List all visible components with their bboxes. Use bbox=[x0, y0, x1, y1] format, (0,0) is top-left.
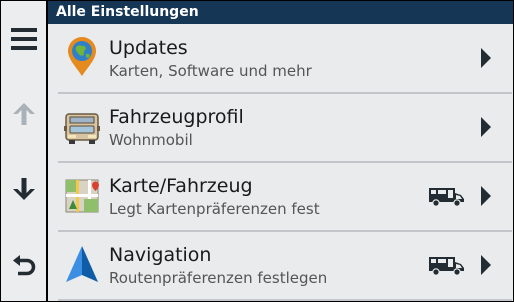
settings-item-updates[interactable]: Updates Karten, Software und mehr bbox=[58, 25, 512, 89]
settings-item-vehicle-profile[interactable]: Fahrzeugprofil Wohnmobil bbox=[58, 94, 512, 158]
map-icon bbox=[65, 179, 99, 213]
chevron-right-icon bbox=[481, 117, 491, 137]
app-frame: Alle Einstellungen Updates Karten, Softw… bbox=[0, 0, 514, 302]
rv-icon bbox=[429, 257, 464, 276]
rv-front-icon bbox=[64, 113, 100, 144]
globe-pin-icon bbox=[68, 37, 96, 76]
navigation-arrow-icon bbox=[66, 246, 98, 282]
chevron-right-icon bbox=[481, 48, 491, 68]
back-arrow-icon bbox=[12, 255, 35, 276]
settings-item-subtitle: Routenpräferenzen festlegen bbox=[109, 269, 328, 287]
settings-item-map-vehicle[interactable]: Karte/Fahrzeug Legt Kartenpräferenzen fe… bbox=[58, 163, 512, 227]
settings-item-subtitle: Karten, Software und mehr bbox=[109, 62, 312, 80]
divider bbox=[58, 299, 512, 301]
settings-item-title: Fahrzeugprofil bbox=[109, 106, 244, 128]
rv-icon bbox=[429, 188, 464, 207]
settings-item-subtitle: Legt Kartenpräferenzen fest bbox=[109, 200, 320, 218]
menu-button[interactable] bbox=[1, 19, 46, 59]
settings-item-title: Karte/Fahrzeug bbox=[109, 175, 253, 197]
settings-item-navigation[interactable]: Navigation Routenpräferenzen festlegen bbox=[58, 232, 512, 296]
chevron-right-icon bbox=[481, 255, 491, 275]
back-button[interactable] bbox=[1, 244, 46, 284]
arrow-up-icon bbox=[12, 103, 35, 125]
settings-panel: Alle Einstellungen Updates Karten, Softw… bbox=[48, 1, 513, 301]
page-title: Alle Einstellungen bbox=[48, 1, 513, 24]
hamburger-menu-icon bbox=[10, 28, 37, 50]
arrow-down-icon bbox=[12, 178, 35, 200]
sidebar bbox=[1, 1, 46, 301]
scroll-up-button[interactable] bbox=[1, 94, 46, 134]
settings-item-subtitle: Wohnmobil bbox=[109, 131, 193, 149]
settings-item-title: Navigation bbox=[109, 244, 212, 266]
settings-item-title: Updates bbox=[109, 37, 188, 59]
chevron-right-icon bbox=[481, 186, 491, 206]
scroll-down-button[interactable] bbox=[1, 169, 46, 209]
